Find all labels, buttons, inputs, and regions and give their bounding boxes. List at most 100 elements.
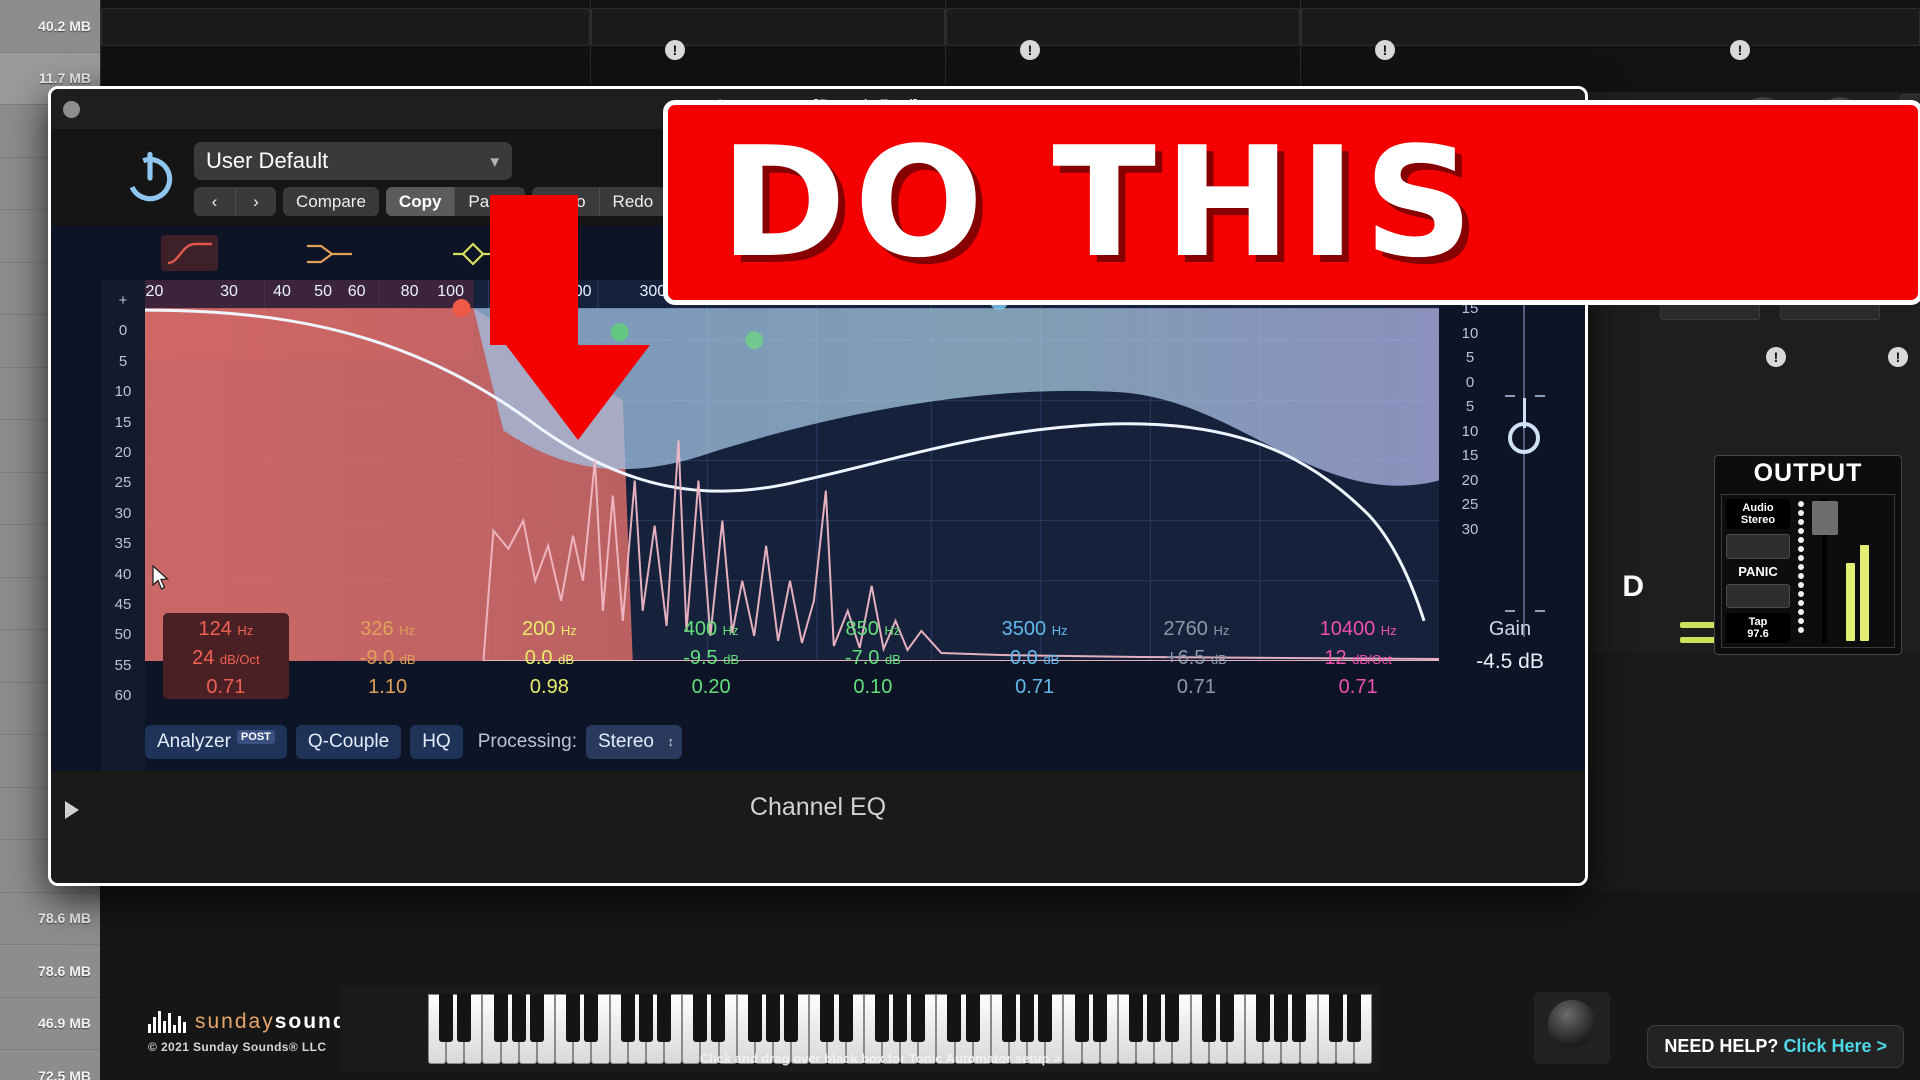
daw-size-row[interactable]: 40.2 MB <box>0 0 100 53</box>
band-q[interactable]: 0.98 <box>486 670 612 699</box>
band-q[interactable]: 1.10 <box>325 670 451 699</box>
eq-band-cell[interactable]: 400 Hz -9.5 dB 0.20 <box>648 613 774 699</box>
tap-tempo-button[interactable]: Tap 97.6 <box>1726 613 1790 643</box>
piano-black-key[interactable] <box>1147 994 1162 1042</box>
prev-preset-button[interactable]: ‹ <box>194 187 235 216</box>
piano-black-key[interactable] <box>457 994 472 1042</box>
piano-black-key[interactable] <box>1274 994 1289 1042</box>
output-panel[interactable]: OUTPUT Audio Stereo PANIC Tap 97.6 <box>1714 455 1902 655</box>
piano-black-key[interactable] <box>1038 994 1053 1042</box>
piano-black-key[interactable] <box>638 994 653 1042</box>
piano-black-key[interactable] <box>584 994 599 1042</box>
output-slot-2[interactable] <box>1726 583 1790 608</box>
piano-black-key[interactable] <box>620 994 635 1042</box>
band-gain[interactable]: 12 dB/Oct <box>1295 641 1421 670</box>
band-q[interactable]: 0.71 <box>972 670 1098 699</box>
gain-readout[interactable]: Gain -4.5 dB <box>1441 613 1579 713</box>
band-frequency[interactable]: 2760 Hz <box>1133 613 1259 641</box>
piano-black-key[interactable] <box>511 994 526 1042</box>
band-gain[interactable]: -9.5 dB <box>648 641 774 670</box>
band-q[interactable]: 0.71 <box>1133 670 1259 699</box>
band-icon-lowshelf[interactable] <box>301 235 358 271</box>
output-fader[interactable] <box>1808 495 1844 647</box>
output-slot-1[interactable] <box>1726 534 1790 559</box>
compare-button[interactable]: Compare <box>283 187 379 216</box>
piano-black-key[interactable] <box>820 994 835 1042</box>
need-help-button[interactable]: NEED HELP? Click Here > <box>1647 1025 1904 1068</box>
piano-black-key[interactable] <box>1256 994 1271 1042</box>
piano-black-key[interactable] <box>1346 994 1361 1042</box>
piano-black-key[interactable] <box>1201 994 1216 1042</box>
copy-button[interactable]: Copy <box>385 187 455 216</box>
band-q[interactable]: 0.71 <box>1295 670 1421 699</box>
piano-black-key[interactable] <box>747 994 762 1042</box>
band-frequency[interactable]: 200 Hz <box>486 613 612 641</box>
band-gain[interactable]: -9.0 dB <box>325 641 451 670</box>
warning-icon[interactable]: ! <box>665 40 685 60</box>
gain-value[interactable]: -4.5 dB <box>1441 641 1579 674</box>
daw-size-row[interactable]: 78.6 MB <box>0 893 100 945</box>
piano-black-key[interactable] <box>965 994 980 1042</box>
piano-black-key[interactable] <box>1129 994 1143 1042</box>
band-frequency[interactable]: 10400 Hz <box>1295 613 1421 641</box>
piano-black-key[interactable] <box>784 994 799 1042</box>
panic-label[interactable]: PANIC <box>1726 564 1790 579</box>
piano-black-key[interactable] <box>947 994 962 1042</box>
band-gain[interactable]: -7.0 dB <box>810 641 936 670</box>
piano-black-key[interactable] <box>1020 994 1035 1042</box>
daw-size-row[interactable]: 78.6 MB <box>0 945 100 998</box>
eq-band-cell[interactable]: 850 Hz -7.0 dB 0.10 <box>810 613 936 699</box>
band-q[interactable]: 0.20 <box>648 670 774 699</box>
eq-band-cell[interactable]: 10400 Hz 12 dB/Oct 0.71 <box>1295 613 1421 699</box>
next-preset-button[interactable]: › <box>235 187 276 216</box>
eq-band-cell[interactable]: 124 Hz 24 dB/Oct 0.71 <box>162 613 289 699</box>
piano-black-key[interactable] <box>1328 994 1343 1042</box>
q-couple-button[interactable]: Q-Couple <box>295 725 402 759</box>
analyzer-button[interactable]: Analyzer POST <box>145 725 287 759</box>
piano-black-key[interactable] <box>566 994 581 1042</box>
piano-black-key[interactable] <box>657 994 671 1042</box>
piano-black-key[interactable] <box>1292 994 1307 1042</box>
eq-band-cell[interactable]: 3500 Hz 0.0 dB 0.71 <box>972 613 1098 699</box>
processing-select[interactable]: Stereo ↕ <box>585 725 682 759</box>
piano-black-key[interactable] <box>693 994 708 1042</box>
gain-slider-handle[interactable] <box>1508 422 1540 454</box>
warning-icon[interactable]: ! <box>1375 40 1395 60</box>
band-q[interactable]: 0.10 <box>810 670 936 699</box>
band-frequency[interactable]: 400 Hz <box>648 613 774 641</box>
warning-icon[interactable]: ! <box>1766 347 1786 367</box>
eq-band-cell[interactable]: 2760 Hz +6.5 dB 0.71 <box>1133 613 1259 699</box>
band-gain[interactable]: 24 dB/Oct <box>163 641 289 670</box>
band-q[interactable]: 0.71 <box>163 670 289 699</box>
piano-black-key[interactable] <box>893 994 907 1042</box>
piano-black-key[interactable] <box>1092 994 1107 1042</box>
hq-button[interactable]: HQ <box>410 725 463 759</box>
warning-icon[interactable]: ! <box>1888 347 1908 367</box>
preset-nav-group[interactable]: ‹ › <box>194 187 276 216</box>
warning-icon[interactable]: ! <box>1730 40 1750 60</box>
daw-track-lanes[interactable]: ! ! ! ! <box>100 0 1920 92</box>
piano-black-key[interactable] <box>439 994 454 1042</box>
output-audio-button[interactable]: Audio Stereo <box>1726 499 1790 529</box>
piano-black-key[interactable] <box>493 994 508 1042</box>
piano-black-key[interactable] <box>1219 994 1234 1042</box>
eq-band-cell[interactable]: 200 Hz 0.0 dB 0.98 <box>486 613 612 699</box>
preset-selector[interactable]: User Default ▾ <box>194 142 512 180</box>
piano-black-key[interactable] <box>765 994 780 1042</box>
band-gain[interactable]: 0.0 dB <box>486 641 612 670</box>
piano-black-key[interactable] <box>838 994 853 1042</box>
piano-black-key[interactable] <box>911 994 926 1042</box>
pitch-bend-wheel[interactable] <box>1534 992 1610 1064</box>
piano-black-key[interactable] <box>1165 994 1180 1042</box>
piano-black-key[interactable] <box>711 994 726 1042</box>
band-frequency[interactable]: 3500 Hz <box>972 613 1098 641</box>
band-frequency[interactable]: 124 Hz <box>163 613 289 641</box>
band-frequency[interactable]: 326 Hz <box>325 613 451 641</box>
eq-band-cell[interactable]: 326 Hz -9.0 dB 1.10 <box>325 613 451 699</box>
piano-black-key[interactable] <box>529 994 544 1042</box>
power-button[interactable] <box>119 145 181 207</box>
piano-black-key[interactable] <box>1001 994 1016 1042</box>
band-frequency[interactable]: 850 Hz <box>810 613 936 641</box>
output-gain-slider[interactable] <box>1493 280 1555 661</box>
band-gain[interactable]: 0.0 dB <box>972 641 1098 670</box>
